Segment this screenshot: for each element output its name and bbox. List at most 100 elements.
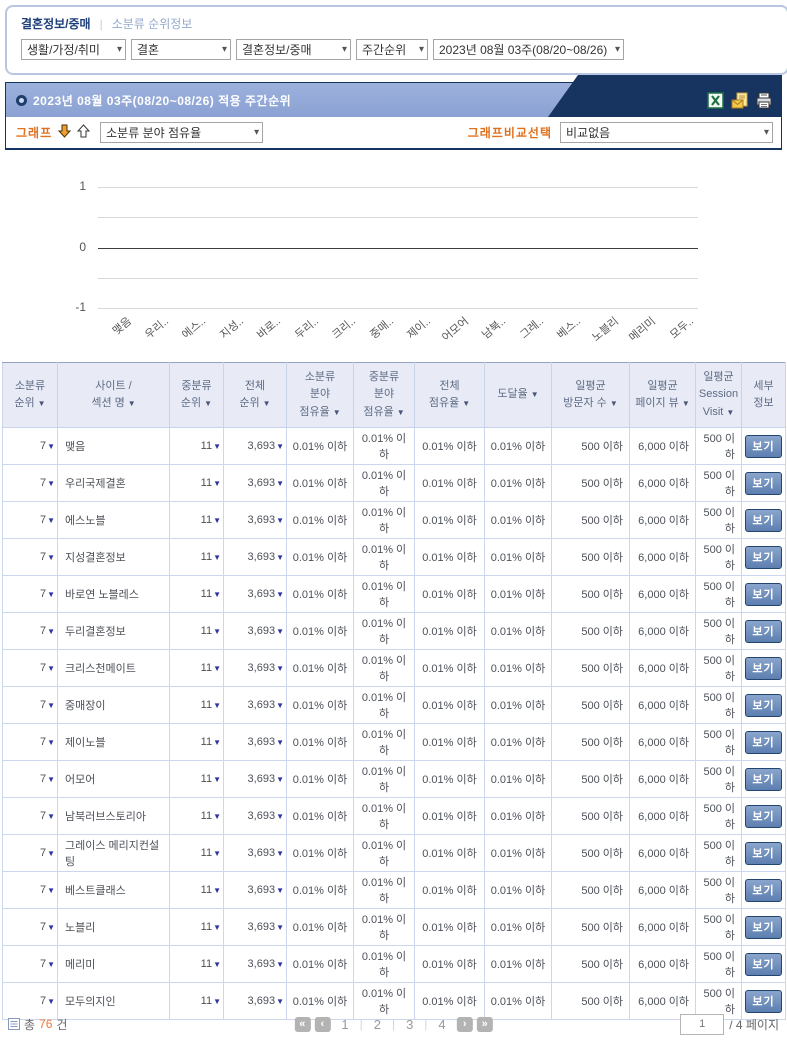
filter-select-sub-category[interactable]: 결혼정보/중매 ▾ [236,39,351,60]
detail-view-button[interactable]: 보기 [745,471,782,495]
detail-view-button[interactable]: 보기 [745,434,782,458]
detail-view-button[interactable]: 보기 [745,730,782,754]
column-header[interactable]: 일평균 방문자 수 ▼ [551,362,630,428]
rank-change-icon: ▼ [276,960,284,969]
cell-reach: 0.01% 이하 [484,945,552,983]
print-icon[interactable] [755,92,773,109]
email-report-icon[interactable] [731,92,749,109]
rank-change-icon: ▼ [213,664,221,673]
cell-daily-sessions: 500 이하 [695,871,742,909]
x-category-text: 중매.. [367,315,396,342]
cell-daily-sessions: 500 이하 [695,501,742,539]
detail-view-button[interactable]: 보기 [745,989,782,1013]
x-category-text: 베스.. [555,315,584,342]
rank-change-icon: ▼ [47,516,55,525]
cell-reach: 0.01% 이하 [484,871,552,909]
detail-view-button[interactable]: 보기 [745,619,782,643]
page-number-3[interactable]: 3 [399,1017,420,1032]
detail-view-button[interactable]: 보기 [745,952,782,976]
cell-midcategory-share: 0.01% 이하 [353,871,415,909]
table-row: 7▼ 그레이스 메리지컨설팅 11▼ 3,693▼ 0.01% 이하 0.01% 이하 0.… [2,834,786,872]
cell-midcategory-share: 0.01% 이하 [353,501,415,539]
graph-compare-select[interactable]: 비교없음 ▾ [560,122,773,143]
cell-site-name: 어모어 [57,760,170,798]
column-header[interactable]: 소분류 순위 ▼ [2,362,58,428]
detail-view-button[interactable]: 보기 [745,841,782,865]
column-header[interactable]: 전체 순위 ▼ [223,362,287,428]
page: 결혼정보/중매 | 소분류 순위정보 생활/가정/취미 ▾ 결혼 ▾ 결혼정보/중매 ▾ … [0,0,787,1043]
last-page-button[interactable]: » [476,1016,493,1032]
page-number-1[interactable]: 1 [334,1017,355,1032]
cell-daily-sessions: 500 이하 [695,649,742,687]
rank-change-icon: ▼ [47,997,55,1006]
column-header-label: 중분류 분야 점유율 [363,371,400,418]
graph-metric-select[interactable]: 소분류 분야 점유율 ▾ [100,122,264,143]
detail-view-button[interactable]: 보기 [745,582,782,606]
excel-export-icon[interactable] [707,92,725,109]
sort-ascending-icon[interactable] [76,124,91,141]
rank-change-icon: ▼ [276,516,284,525]
detail-view-button[interactable]: 보기 [745,508,782,532]
next-page-button[interactable]: › [456,1016,473,1032]
page-number-2[interactable]: 2 [367,1017,388,1032]
detail-view-button[interactable]: 보기 [745,693,782,717]
rank-change-icon: ▼ [47,738,55,747]
gridline [98,247,698,249]
cell-total-share: 0.01% 이하 [414,723,485,761]
x-category-text: 지성.. [217,315,246,342]
column-header-label: 일평균 페이지 뷰 [635,379,679,409]
detail-view-button[interactable]: 보기 [745,767,782,791]
chevron-down-icon: ▾ [254,127,260,138]
filter-select-main-category[interactable]: 생활/가정/취미 ▾ [21,39,126,60]
cell-daily-pageviews: 6,000 이하 [629,760,696,798]
cell-daily-visitors: 500 이하 [551,427,630,465]
column-header[interactable]: 사이트 / 섹션 명 ▼ [57,362,170,428]
x-category-text: 노블리 [589,315,621,345]
detail-view-button[interactable]: 보기 [745,878,782,902]
cell-subcategory-share: 0.01% 이하 [286,797,354,835]
detail-view-button[interactable]: 보기 [745,656,782,680]
cell-daily-pageviews: 6,000 이하 [629,834,696,872]
cell-site-name: 지성결혼정보 [57,538,170,576]
cell-detail: 보기 [741,723,786,761]
cell-midcategory-share: 0.01% 이하 [353,760,415,798]
cell-detail: 보기 [741,945,786,983]
cell-subcategory-rank: 7▼ [2,649,58,687]
detail-view-button[interactable]: 보기 [745,915,782,939]
sort-descending-icon[interactable] [57,124,72,141]
cell-subcategory-rank: 7▼ [2,612,58,650]
table-body: 7▼ 맺음 11▼ 3,693▼ 0.01% 이하 0.01% 이하 0.01% 이하 0.0… [2,427,786,1020]
filter-select-mid-category[interactable]: 결혼 ▾ [131,39,231,60]
filter-select-week[interactable]: 2023년 08월 03주(08/20~08/26) ▾ [433,39,624,60]
cell-daily-visitors: 500 이하 [551,945,630,983]
cell-daily-visitors: 500 이하 [551,464,630,502]
detail-view-button[interactable]: 보기 [745,545,782,569]
column-header[interactable]: 일평균 페이지 뷰 ▼ [629,362,696,428]
prev-page-button[interactable]: ‹ [314,1016,331,1032]
cell-total-rank: 3,693▼ [223,464,287,502]
column-header[interactable]: 도달율 ▼ [484,362,552,428]
cell-subcategory-rank: 7▼ [2,538,58,576]
cell-subcategory-rank: 7▼ [2,575,58,613]
filter-select-period-type[interactable]: 주간순위 ▾ [356,39,428,60]
column-header[interactable]: 소분류 분야 점유율 ▼ [286,362,354,428]
sort-arrow-icon: ▼ [726,407,735,417]
chevron-down-icon: ▾ [341,44,347,55]
page-number-input[interactable] [680,1013,725,1035]
cell-daily-pageviews: 6,000 이하 [629,908,696,946]
first-page-button[interactable]: « [294,1016,311,1032]
x-category-text: 모두.. [667,315,696,342]
page-number-4[interactable]: 4 [431,1017,452,1032]
column-header[interactable]: 일평균 Session Visit ▼ [695,362,742,428]
cell-site-name: 메리미 [57,945,170,983]
column-header[interactable]: 중분류 순위 ▼ [169,362,224,428]
cell-daily-sessions: 500 이하 [695,464,742,502]
cell-total-share: 0.01% 이하 [414,464,485,502]
detail-view-button[interactable]: 보기 [745,804,782,828]
cell-site-name: 그레이스 메리지컨설팅 [57,834,170,872]
column-header[interactable]: 중분류 분야 점유율 ▼ [353,362,415,428]
rank-change-icon: ▼ [276,664,284,673]
x-category-text: 메리미 [627,315,659,345]
cell-midcategory-share: 0.01% 이하 [353,575,415,613]
column-header[interactable]: 전체 점유율 ▼ [414,362,485,428]
